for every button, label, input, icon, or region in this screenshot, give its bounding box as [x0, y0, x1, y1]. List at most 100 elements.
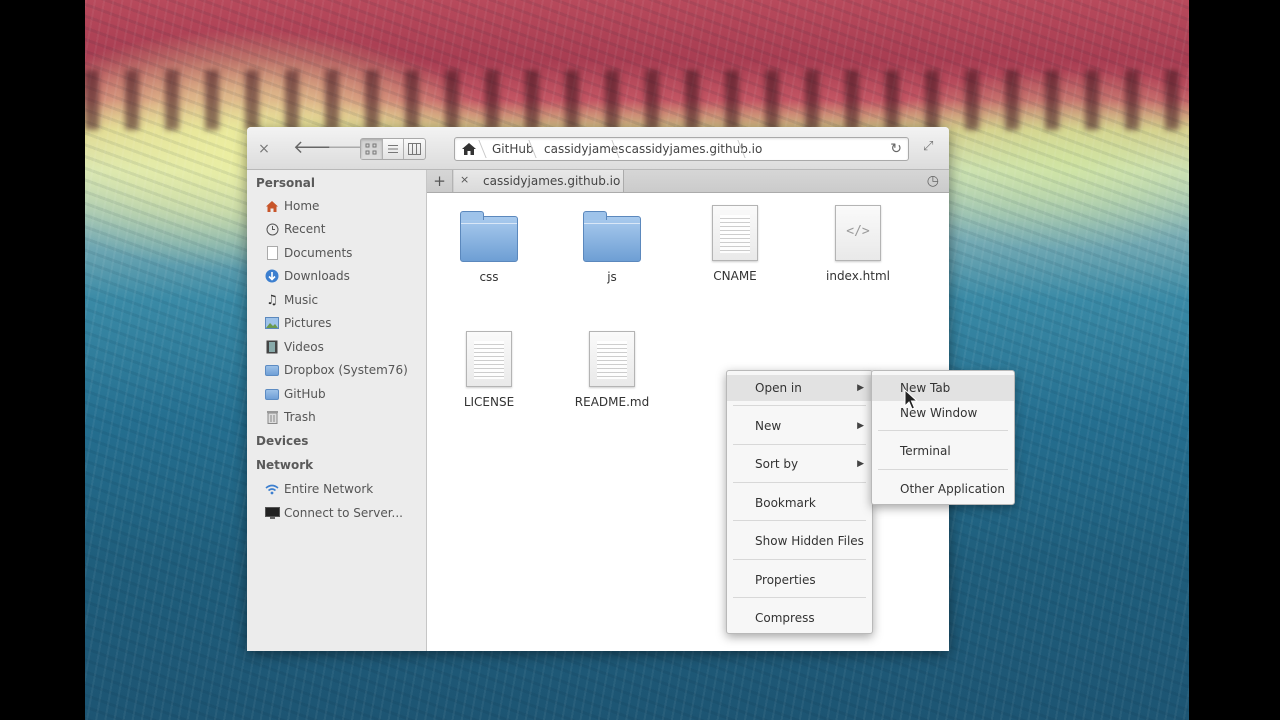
sidebar-item-music[interactable]: ♫ Music — [264, 290, 318, 310]
list-view-button[interactable] — [383, 139, 405, 159]
text-file-icon — [712, 205, 758, 261]
submenu-item-new-tab[interactable]: New Tab — [872, 375, 1014, 401]
folder-icon — [460, 211, 518, 262]
tab-repo[interactable]: × cassidyjames.github.io — [454, 170, 624, 192]
menu-separator — [878, 469, 1008, 470]
icon-view-button[interactable] — [361, 139, 383, 159]
menu-item-label: Open in — [755, 381, 802, 395]
sidebar-item-label: Documents — [284, 246, 353, 260]
text-file-icon — [466, 331, 512, 387]
sidebar-item-recent[interactable]: Recent — [264, 219, 325, 239]
text-file-icon — [589, 331, 635, 387]
menu-item-label: Sort by — [755, 457, 799, 471]
view-switcher — [360, 138, 426, 160]
sidebar-item-label: Recent — [284, 222, 326, 236]
sidebar-item-connect-server[interactable]: Connect to Server... — [264, 503, 403, 523]
sidebar-item-label: Dropbox (System76) — [284, 363, 408, 377]
menu-separator — [733, 520, 866, 521]
file-name: CNAME — [713, 269, 757, 283]
sidebar-item-downloads[interactable]: Downloads — [264, 266, 350, 286]
menu-separator — [733, 405, 866, 406]
document-icon — [264, 245, 280, 261]
menu-item-bookmark[interactable]: Bookmark — [727, 490, 872, 516]
menu-item-new[interactable]: New ▶ — [727, 413, 872, 439]
menu-item-sort-by[interactable]: Sort by ▶ — [727, 451, 872, 477]
forward-arrow-icon[interactable]: 🡒 — [327, 138, 375, 158]
back-arrow-icon[interactable]: 🡐 — [293, 138, 341, 158]
header-bar: × 🡐 🡒 GitHub cassidyjames cassidyjames.g… — [247, 127, 949, 170]
sidebar-heading-devices: Devices — [256, 434, 309, 448]
column-view-button[interactable] — [404, 139, 425, 159]
file-name: README.md — [574, 395, 650, 409]
video-icon — [264, 339, 280, 355]
file-item-cname[interactable]: CNAME — [685, 205, 785, 283]
new-tab-button[interactable]: + — [427, 170, 453, 192]
menu-item-open-in[interactable]: Open in ▶ — [727, 375, 872, 401]
sidebar-item-trash[interactable]: Trash — [264, 407, 316, 427]
sidebar-heading-personal: Personal — [256, 176, 315, 190]
html-file-icon: </> — [835, 205, 881, 261]
file-name: index.html — [826, 269, 890, 283]
home-icon — [264, 198, 280, 214]
menu-item-show-hidden-files[interactable]: Show Hidden Files — [727, 528, 872, 554]
sidebar-heading-network: Network — [256, 458, 314, 472]
menu-separator — [733, 559, 866, 560]
sidebar-item-label: Home — [284, 199, 320, 213]
sidebar-item-github[interactable]: GitHub — [264, 384, 326, 404]
sidebar-item-documents[interactable]: Documents — [264, 243, 352, 263]
maximize-icon[interactable]: ⤢ — [923, 139, 933, 154]
sidebar-item-label: Entire Network — [284, 482, 374, 496]
sidebar-item-label: GitHub — [284, 387, 326, 401]
music-icon: ♫ — [266, 292, 278, 308]
open-in-submenu: New Tab New Window Terminal Other Applic… — [871, 370, 1015, 505]
sidebar-item-home[interactable]: Home — [264, 196, 319, 216]
sidebar-item-videos[interactable]: Videos — [264, 337, 324, 357]
menu-item-label: New — [755, 419, 782, 433]
sidebar-item-entire-network[interactable]: Entire Network — [264, 479, 373, 499]
sidebar: Personal Home Recent Documents Downloads… — [247, 170, 427, 651]
sidebar-item-label: Connect to Server... — [284, 506, 403, 520]
file-item-css[interactable]: css — [439, 211, 539, 284]
grid-icon — [365, 143, 377, 155]
file-item-readme[interactable]: README.md — [562, 331, 662, 409]
close-window-button[interactable]: × — [255, 139, 273, 159]
menu-item-compress[interactable]: Compress — [727, 605, 872, 631]
submenu-item-other-application[interactable]: Other Application — [872, 476, 1014, 502]
submenu-arrow-icon: ▶ — [857, 421, 864, 431]
tab-bar: + × cassidyjames.github.io ◷ — [427, 170, 949, 193]
sidebar-item-label: Pictures — [284, 316, 332, 330]
file-name: LICENSE — [463, 395, 515, 409]
sidebar-item-label: Trash — [284, 410, 316, 424]
reload-icon[interactable]: ↻ — [890, 141, 902, 157]
submenu-arrow-icon: ▶ — [857, 459, 864, 469]
file-name: css — [479, 270, 499, 284]
context-menu: Open in ▶ New ▶ Sort by ▶ Bookmark Show Hid… — [726, 370, 873, 634]
pictures-icon — [264, 315, 280, 331]
tab-close-icon[interactable]: × — [460, 173, 469, 186]
sidebar-item-label: Videos — [284, 340, 324, 354]
menu-separator — [878, 430, 1008, 431]
columns-icon — [408, 143, 422, 155]
menu-separator — [733, 444, 866, 445]
submenu-arrow-icon: ▶ — [857, 383, 864, 393]
tab-label: cassidyjames.github.io — [483, 174, 621, 188]
sidebar-item-dropbox[interactable]: Dropbox (System76) — [264, 360, 408, 380]
recent-icon — [264, 221, 280, 237]
folder-icon — [264, 362, 280, 378]
file-item-license[interactable]: LICENSE — [439, 331, 539, 409]
submenu-item-new-window[interactable]: New Window — [872, 400, 1014, 426]
file-item-index-html[interactable]: </> index.html — [808, 205, 908, 283]
sidebar-item-label: Music — [284, 293, 319, 307]
list-icon — [388, 145, 398, 153]
file-name: js — [607, 270, 617, 284]
menu-separator — [733, 597, 866, 598]
mouse-cursor-icon — [904, 389, 918, 410]
sidebar-item-pictures[interactable]: Pictures — [264, 313, 332, 333]
menu-item-properties[interactable]: Properties — [727, 567, 872, 593]
file-item-js[interactable]: js — [562, 211, 662, 284]
submenu-item-terminal[interactable]: Terminal — [872, 438, 1014, 464]
location-bar[interactable]: GitHub cassidyjames cassidyjames.github.… — [454, 137, 909, 161]
sidebar-item-label: Downloads — [284, 269, 350, 283]
download-icon — [264, 268, 280, 284]
history-icon[interactable]: ◷ — [927, 173, 939, 189]
